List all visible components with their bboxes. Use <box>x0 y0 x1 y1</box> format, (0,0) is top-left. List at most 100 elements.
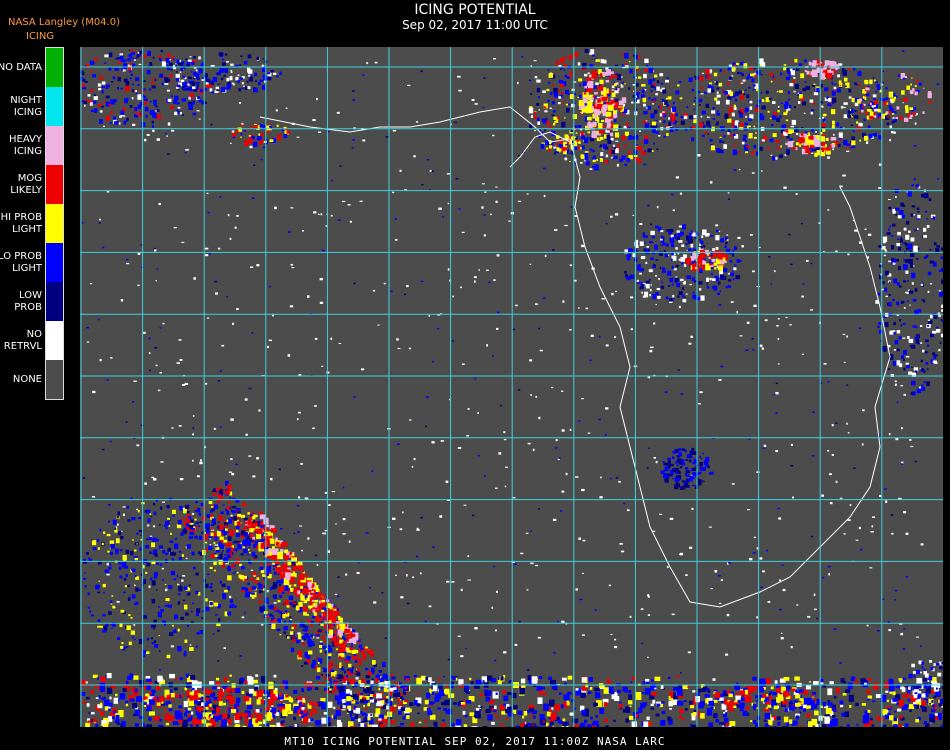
icing-pixel <box>123 565 128 569</box>
icing-pixel <box>226 296 228 298</box>
icing-pixel <box>909 290 914 294</box>
icing-pixel <box>674 484 679 490</box>
icing-pixel <box>210 590 214 592</box>
icing-pixel <box>226 510 230 515</box>
icing-pixel <box>563 63 567 67</box>
icing-pixel <box>535 395 538 398</box>
icing-pixel <box>666 566 669 569</box>
icing-pixel <box>131 568 133 571</box>
icing-pixel <box>848 96 852 99</box>
icing-pixel <box>272 562 276 565</box>
icing-pixel <box>334 633 338 636</box>
icing-pixel <box>547 99 550 103</box>
icing-pixel <box>596 103 603 110</box>
icing-pixel <box>534 76 538 79</box>
icing-pixel <box>317 213 320 215</box>
icing-pixel <box>620 83 623 86</box>
icing-pixel <box>643 163 646 166</box>
icing-pixel <box>810 111 813 115</box>
icing-pixel <box>278 468 281 471</box>
icing-pixel <box>198 525 201 527</box>
icing-pixel <box>406 602 410 605</box>
icing-pixel <box>885 87 888 90</box>
icing-pixel <box>242 546 246 549</box>
icing-pixel <box>686 275 691 279</box>
icing-pixel <box>848 88 852 93</box>
icing-pixel <box>276 629 280 632</box>
icing-pixel <box>187 76 192 80</box>
icing-pixel <box>220 77 224 81</box>
icing-pixel <box>933 214 936 217</box>
icing-pixel <box>913 245 918 252</box>
icing-pixel <box>822 118 826 122</box>
icing-pixel <box>541 118 545 122</box>
icing-pixel <box>777 108 780 110</box>
icing-pixel <box>671 613 675 616</box>
icing-pixel <box>716 94 721 98</box>
icing-pixel <box>358 644 363 649</box>
icing-pixel <box>735 248 737 250</box>
icing-pixel <box>567 76 570 79</box>
icing-pixel <box>939 341 942 344</box>
icing-pixel <box>663 473 668 479</box>
icing-pixel <box>649 294 651 297</box>
icing-pixel <box>370 667 375 672</box>
icing-pixel <box>151 120 154 124</box>
icing-pixel <box>702 453 705 455</box>
icing-pixel <box>614 155 618 159</box>
icing-pixel <box>653 264 656 267</box>
icing-pixel <box>178 425 182 427</box>
icing-pixel <box>896 401 899 403</box>
icing-pixel <box>891 131 894 134</box>
icing-pixel <box>260 521 264 526</box>
icing-pixel <box>99 528 102 532</box>
icing-pixel <box>315 618 322 623</box>
icing-pixel <box>686 235 688 237</box>
icing-pixel <box>84 104 86 107</box>
icing-pixel <box>648 79 653 85</box>
icing-pixel <box>662 111 665 113</box>
icing-pixel <box>254 558 256 561</box>
icing-pixel <box>748 438 751 440</box>
icing-pixel <box>126 625 131 630</box>
icing-pixel <box>291 267 295 269</box>
icing-pixel <box>308 605 313 609</box>
icing-pixel <box>923 235 927 238</box>
icing-pixel <box>223 647 226 649</box>
icing-pixel <box>372 289 376 292</box>
icing-pixel <box>249 592 251 595</box>
icing-pixel <box>377 324 380 326</box>
icing-pixel <box>873 79 876 82</box>
icing-pixel <box>620 85 624 88</box>
icing-pixel <box>617 88 620 91</box>
icing-pixel <box>173 227 177 229</box>
icing-pixel <box>101 90 104 94</box>
icing-pixel <box>781 564 784 566</box>
icing-pixel <box>120 299 124 302</box>
icing-pixel <box>829 502 833 505</box>
icing-pixel <box>258 590 262 594</box>
legend-label-line1: HEAVY <box>9 133 42 145</box>
icing-pixel <box>832 102 835 105</box>
icing-pixel <box>665 125 669 127</box>
icing-pixel <box>637 281 640 284</box>
icing-pixel <box>643 120 647 124</box>
icing-pixel <box>271 548 278 555</box>
icing-pixel <box>458 208 461 210</box>
icing-pixel <box>307 295 310 298</box>
icing-pixel <box>772 156 776 161</box>
icing-pixel <box>193 89 198 92</box>
icing-pixel <box>139 547 142 551</box>
icing-pixel <box>913 145 917 147</box>
icing-pixel <box>794 83 799 90</box>
icing-pixel <box>300 665 304 667</box>
icing-pixel <box>319 301 324 304</box>
icing-pixel <box>828 97 832 102</box>
icing-pixel <box>552 518 557 521</box>
icing-pixel <box>685 467 689 470</box>
icing-pixel <box>778 154 783 159</box>
icing-pixel <box>267 345 269 349</box>
icing-pixel <box>562 101 564 104</box>
legend-label-1: NIGHT ICING <box>10 95 42 119</box>
icing-pixel <box>262 605 265 609</box>
